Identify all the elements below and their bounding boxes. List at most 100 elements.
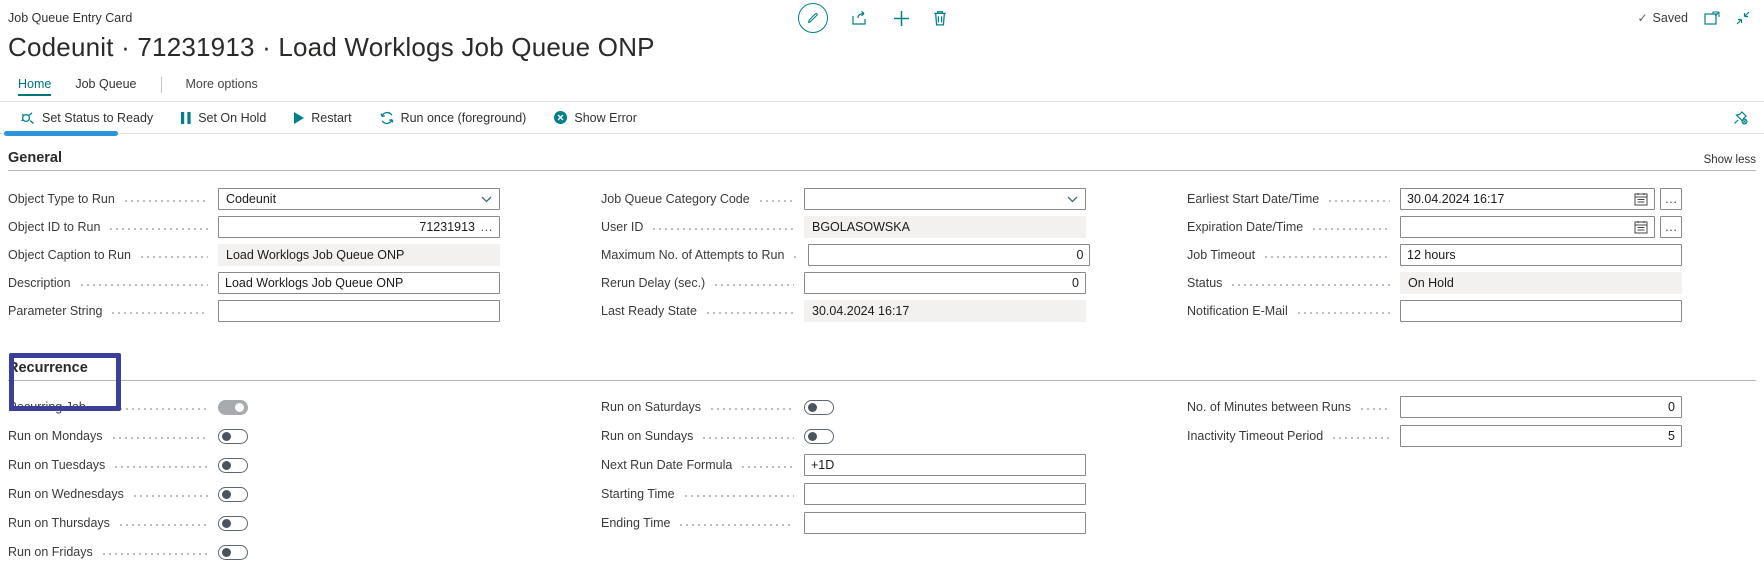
run-once-icon — [380, 111, 394, 125]
description-input[interactable] — [218, 272, 500, 294]
dotted-leader — [1331, 425, 1390, 447]
field-label: Next Run Date Formula — [601, 458, 732, 472]
notification-email-input[interactable] — [1400, 300, 1682, 322]
dotted-leader — [683, 483, 794, 505]
expiration-field — [1400, 216, 1655, 238]
save-status: ✓ Saved — [1637, 11, 1688, 25]
assist-edit-button[interactable]: … — [1660, 188, 1682, 210]
pause-icon — [181, 112, 191, 124]
dotted-leader — [123, 188, 208, 210]
run-on-thursdays-toggle[interactable] — [218, 516, 248, 531]
field-job-timeout: Job Timeout — [1187, 244, 1682, 266]
set-on-hold-button[interactable]: Set On Hold — [181, 111, 266, 125]
delete-icon[interactable] — [933, 10, 947, 26]
open-in-new-window-icon[interactable] — [1704, 11, 1720, 25]
chevron-down-icon — [481, 196, 492, 203]
run-on-saturdays-toggle[interactable] — [804, 400, 834, 415]
breadcrumb[interactable]: Job Queue Entry Card — [8, 11, 132, 25]
edit-icon[interactable] — [798, 3, 828, 33]
tab-job-queue[interactable]: Job Queue — [75, 77, 136, 96]
field-earliest-start-datetime: Earliest Start Date/Time … — [1187, 188, 1682, 210]
recurring-job-toggle[interactable] — [218, 400, 248, 415]
show-less-link[interactable]: Show less — [1704, 154, 1756, 166]
max-attempts-input[interactable] — [808, 244, 1090, 266]
field-label: Maximum No. of Attempts to Run — [601, 248, 784, 262]
dotted-leader — [678, 512, 794, 534]
set-status-to-ready-button[interactable]: Set Status to Ready — [20, 111, 153, 125]
field-max-attempts: Maximum No. of Attempts to Run — [601, 244, 1086, 266]
field-recurring-job: Recurring Job — [8, 396, 500, 418]
tab-home[interactable]: Home — [18, 77, 51, 96]
chevron-down-icon — [1067, 196, 1078, 203]
field-label: Run on Tuesdays — [8, 458, 105, 472]
run-on-mondays-toggle[interactable] — [218, 429, 248, 444]
run-on-tuesdays-toggle[interactable] — [218, 458, 248, 473]
page-title: Codeunit · 71231913 · Load Worklogs Job … — [8, 34, 1764, 60]
field-run-on-fridays: Run on Fridays — [8, 541, 500, 563]
next-run-date-formula-input[interactable] — [804, 454, 1086, 476]
run-once-foreground-button[interactable]: Run once (foreground) — [380, 111, 527, 125]
dotted-leader — [758, 188, 794, 210]
field-description: Description — [8, 272, 500, 294]
dotted-leader — [101, 541, 208, 563]
dotted-leader — [1327, 188, 1390, 210]
unpin-icon[interactable] — [1733, 102, 1748, 133]
general-column-3: Earliest Start Date/Time … Expiration Da… — [1187, 188, 1682, 328]
rerun-delay-input[interactable] — [804, 272, 1086, 294]
field-label: Status — [1187, 276, 1222, 290]
field-run-on-saturdays: Run on Saturdays — [601, 396, 1086, 418]
field-run-on-tuesdays: Run on Tuesdays — [8, 454, 500, 476]
field-label: Object Caption to Run — [8, 248, 131, 262]
field-label: User ID — [601, 220, 643, 234]
check-icon: ✓ — [1637, 11, 1647, 25]
object-type-dropdown[interactable]: Codeunit — [218, 188, 500, 210]
tab-more-options[interactable]: More options — [186, 77, 258, 96]
expiration-input[interactable] — [1407, 220, 1634, 234]
general-heading: General — [8, 150, 62, 166]
last-ready-state-field: 30.04.2024 16:17 — [804, 300, 1086, 322]
focused-action-indicator — [4, 131, 118, 136]
lookup-ellipsis-icon[interactable]: … — [480, 222, 493, 232]
field-rerun-delay: Rerun Delay (sec.) — [601, 272, 1086, 294]
calendar-icon[interactable] — [1634, 220, 1648, 234]
assist-edit-button[interactable]: … — [1660, 216, 1682, 238]
dotted-leader — [1296, 300, 1390, 322]
minutes-between-runs-input[interactable] — [1400, 396, 1682, 418]
object-id-input[interactable] — [225, 220, 475, 234]
field-label: Object Type to Run — [8, 192, 115, 206]
object-id-field: … — [218, 216, 500, 238]
field-run-on-mondays: Run on Mondays — [8, 425, 500, 447]
job-timeout-input[interactable] — [1400, 244, 1682, 266]
collapse-icon[interactable] — [1736, 11, 1750, 25]
field-parameter-string: Parameter String — [8, 300, 500, 322]
user-id-field: BGOLASOWSKA — [804, 216, 1086, 238]
run-on-fridays-toggle[interactable] — [218, 545, 248, 560]
field-label: Last Ready State — [601, 304, 697, 318]
share-icon[interactable] — [852, 10, 870, 26]
run-on-wednesdays-toggle[interactable] — [218, 487, 248, 502]
dotted-leader — [94, 396, 208, 418]
field-label: Description — [8, 276, 71, 290]
field-user-id: User ID BGOLASOWSKA — [601, 216, 1086, 238]
calendar-icon[interactable] — [1634, 192, 1648, 206]
section-recurrence: Recurrence Recurring Job Run on Mondays … — [8, 360, 1756, 567]
job-queue-category-dropdown[interactable] — [804, 188, 1086, 210]
field-run-on-thursdays: Run on Thursdays — [8, 512, 500, 534]
field-run-on-wednesdays: Run on Wednesdays — [8, 483, 500, 505]
field-label: Starting Time — [601, 487, 675, 501]
run-on-sundays-toggle[interactable] — [804, 429, 834, 444]
new-icon[interactable] — [894, 11, 909, 26]
restart-button[interactable]: Restart — [294, 111, 351, 125]
show-error-button[interactable]: Show Error — [554, 111, 637, 125]
ending-time-input[interactable] — [804, 512, 1086, 534]
inactivity-timeout-input[interactable] — [1400, 425, 1682, 447]
earliest-start-input[interactable] — [1407, 192, 1634, 206]
status-field: On Hold — [1400, 272, 1682, 294]
dotted-leader — [110, 300, 208, 322]
gavel-icon — [20, 111, 35, 125]
play-icon — [294, 112, 304, 124]
field-starting-time: Starting Time — [601, 483, 1086, 505]
window-controls: ✓ Saved — [1637, 0, 1750, 36]
parameter-string-input[interactable] — [218, 300, 500, 322]
starting-time-input[interactable] — [804, 483, 1086, 505]
